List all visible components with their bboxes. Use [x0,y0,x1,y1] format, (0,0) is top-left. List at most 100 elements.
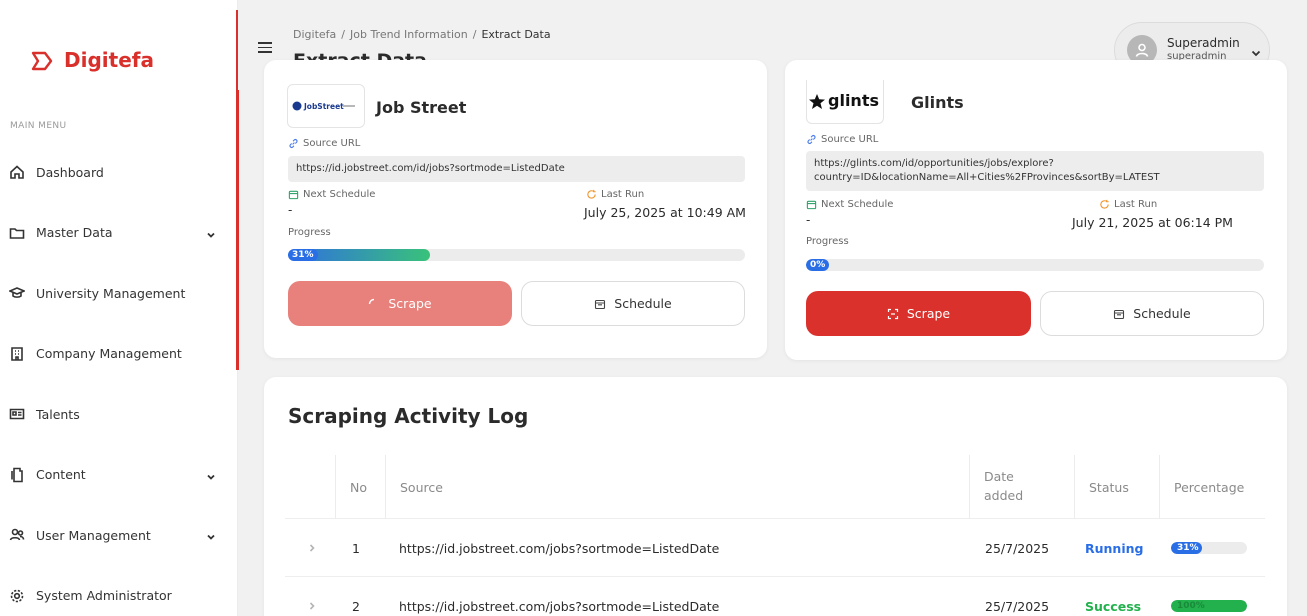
refresh-icon [1100,199,1109,209]
menu-toggle-icon[interactable] [258,42,272,54]
row-percentage: 31% [1171,519,1247,577]
source-card-jobstreet: JobStreet Job Street Source URL https://… [264,60,767,358]
jobstreet-logo: JobStreet [287,84,365,128]
spinner-icon [369,298,375,304]
sidebar-item-label: Dashboard [36,164,104,180]
source-url-label: Source URL [806,134,878,145]
sidebar-item-label: User Management [36,527,151,543]
progress-bar: 31% [288,249,745,261]
row-no: 2 [352,598,360,614]
graduation-cap-icon [8,284,26,302]
chevron-down-icon[interactable] [206,470,216,480]
next-schedule-value: - [806,213,811,227]
source-url-label: Source URL [288,138,360,149]
sidebar-item-dashboard[interactable]: Dashboard [0,142,236,203]
status-badge: Success [1085,598,1142,614]
row-date: 25/7/2025 [985,540,1050,556]
source-url-line: country=ID&locationName=All+Cities%2FPro… [814,171,1160,183]
sidebar-item-university-management[interactable]: University Management [0,263,236,324]
calendar-icon [806,200,817,210]
chevron-down-icon[interactable] [206,228,216,238]
sidebar-item-content[interactable]: Content [0,445,236,506]
digitefa-logo-icon [30,49,53,71]
progress-label: Progress [288,227,331,238]
users-icon [8,526,26,544]
sidebar-item-label: University Management [36,285,186,301]
document-icon [8,466,26,484]
log-title: Scraping Activity Log [288,404,529,428]
source-name: Glints [911,93,964,112]
schedule-button[interactable]: Schedule [521,281,745,326]
column-header-no[interactable]: No [335,455,385,519]
row-percentage: 100% [1171,577,1247,616]
column-header-status[interactable]: Status [1074,455,1159,519]
menu-title: MAIN MENU [10,121,67,131]
svg-text:glints: glints [828,91,879,110]
source-url-field: https://id.jobstreet.com/id/jobs?sortmod… [288,156,745,182]
user-name: Superadmin [1167,36,1240,51]
brand-name: Digitefa [64,48,154,72]
breadcrumb-item[interactable]: Job Trend Information [350,28,468,41]
table-row[interactable]: 1 https://id.jobstreet.com/jobs?sortmode… [285,519,1265,577]
sidebar-item-label: System Administrator [36,588,172,604]
breadcrumb-current: Extract Data [481,28,551,41]
column-header-date-added[interactable]: Date added [969,455,1074,519]
building-icon [8,345,26,363]
calendar-icon [1114,309,1125,319]
schedule-button[interactable]: Schedule [1040,291,1264,336]
source-card-glints: glints Glints Source URL https://glints.… [785,60,1287,360]
row-date: 25/7/2025 [985,598,1050,614]
source-name: Job Street [376,98,467,117]
scrape-button[interactable]: Scrape [288,281,512,326]
chevron-down-icon[interactable] [206,530,216,541]
column-header-source[interactable]: Source [385,455,969,519]
log-table: No Source Date added Status Percentage 1… [285,455,1265,616]
progress-label: Progress [806,236,849,247]
calendar-icon [595,299,606,309]
user-icon [1135,43,1149,57]
link-icon [807,135,816,144]
row-source: https://id.jobstreet.com/jobs?sortmode=L… [399,598,720,614]
column-header-percentage[interactable]: Percentage [1159,455,1265,519]
progress-badge: 0% [806,259,830,271]
mini-progress-label: 31% [1174,542,1202,554]
next-schedule-value: - [288,203,293,217]
scraping-activity-log: Scraping Activity Log No Source Date add… [264,377,1287,616]
sidebar: Digitefa MAIN MENU Dashboard Master Data… [0,0,239,616]
scrape-button[interactable]: Scrape [806,291,1031,336]
source-url-field: https://glints.com/id/opportunities/jobs… [806,151,1264,191]
mini-progress-label: 100% [1177,601,1205,611]
breadcrumb: Digitefa / Job Trend Information / Extract D… [293,28,551,41]
expand-row-icon[interactable] [307,519,317,577]
progress-badge: 31% [288,249,318,261]
sidebar-item-talents[interactable]: Talents [0,384,236,445]
breadcrumb-item[interactable]: Digitefa [293,28,336,41]
table-row[interactable]: 2 https://id.jobstreet.com/jobs?sortmode… [285,577,1265,616]
column-header-text: Date [984,469,1014,485]
sidebar-item-label: Master Data [36,225,113,241]
breadcrumb-separator: / [341,28,345,41]
sidebar-menu: Dashboard Master Data University Managem… [0,142,236,616]
sidebar-item-user-management[interactable]: User Management [0,505,236,566]
scan-icon [887,308,898,319]
last-run-value: July 21, 2025 at 06:14 PM [1072,215,1233,230]
expand-row-icon[interactable] [307,577,317,616]
row-source: https://id.jobstreet.com/jobs?sortmode=L… [399,540,720,556]
sidebar-item-system-administrator[interactable]: System Administrator [0,566,236,616]
chevron-down-icon [1250,44,1262,57]
sidebar-item-label: Content [36,467,86,483]
last-run-value: July 25, 2025 at 10:49 AM [584,205,746,220]
sidebar-item-label: Talents [36,406,80,422]
column-header-text: added [984,488,1024,503]
brand-logo[interactable]: Digitefa [30,48,154,72]
refresh-icon [587,189,596,199]
last-run-label: Last Run [1099,199,1157,210]
mini-progress-bar: 100% [1171,600,1247,612]
sidebar-item-master-data[interactable]: Master Data [0,203,236,264]
sidebar-item-company-management[interactable]: Company Management [0,324,236,385]
progress-bar: 0% [806,259,1264,271]
home-icon [8,163,26,181]
breadcrumb-separator: / [472,28,477,41]
link-icon [289,139,298,148]
row-no: 1 [352,540,360,556]
